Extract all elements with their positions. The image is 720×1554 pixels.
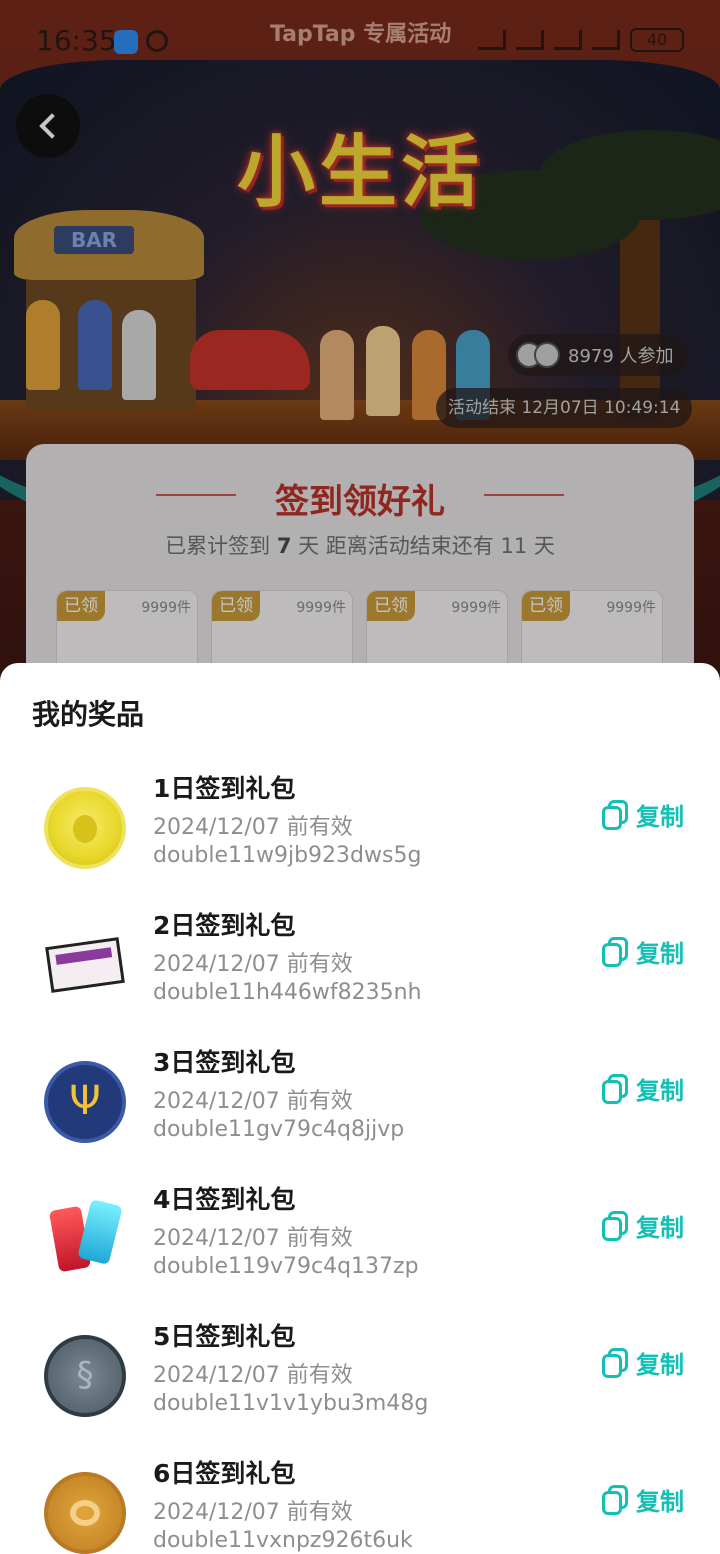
prize-validity: 2024/12/07 前有效 [153, 952, 353, 977]
copy-label: 复制 [636, 1214, 684, 1242]
prize-validity: 2024/12/07 前有效 [153, 1500, 353, 1525]
prize-name: 4日签到礼包 [153, 1185, 296, 1214]
copy-button[interactable]: 复制 [602, 797, 684, 832]
copy-label: 复制 [636, 940, 684, 968]
gold-coin-icon [44, 787, 126, 869]
prize-name: 2日签到礼包 [153, 911, 296, 940]
modal-backdrop[interactable] [0, 0, 720, 700]
copy-icon [602, 1347, 628, 1378]
my-prizes-sheet: 我的奖品 1日签到礼包 2024/12/07 前有效 double11w9jb9… [0, 663, 720, 1554]
prize-item: Ψ 3日签到礼包 2024/12/07 前有效 double11gv79c4q8… [0, 1043, 720, 1173]
copy-icon [602, 1073, 628, 1104]
prize-item: § 5日签到礼包 2024/12/07 前有效 double11v1v1ybu3… [0, 1317, 720, 1447]
copy-icon [602, 1210, 628, 1241]
prize-item: 4日签到礼包 2024/12/07 前有效 double119v79c4q137… [0, 1180, 720, 1310]
prize-item: 2日签到礼包 2024/12/07 前有效 double11h446wf8235… [0, 906, 720, 1036]
prize-validity: 2024/12/07 前有效 [153, 1226, 353, 1251]
prize-code: double11h446wf8235nh [153, 980, 422, 1005]
prize-code: double11w9jb923dws5g [153, 843, 422, 868]
trident-badge-icon: Ψ [44, 1061, 126, 1143]
prize-name: 6日签到礼包 [153, 1459, 296, 1488]
copy-button[interactable]: 复制 [602, 1208, 684, 1243]
prize-name: 1日签到礼包 [153, 774, 296, 803]
copy-icon [602, 1484, 628, 1515]
prize-name: 3日签到礼包 [153, 1048, 296, 1077]
copy-label: 复制 [636, 1077, 684, 1105]
prize-code: double119v79c4q137zp [153, 1254, 419, 1279]
prize-validity: 2024/12/07 前有效 [153, 1089, 353, 1114]
prize-code: double11gv79c4q8jjvp [153, 1117, 405, 1142]
copy-button[interactable]: 复制 [602, 1345, 684, 1380]
copy-button[interactable]: 复制 [602, 1071, 684, 1106]
prize-validity: 2024/12/07 前有效 [153, 815, 353, 840]
copy-label: 复制 [636, 803, 684, 831]
copy-button[interactable]: 复制 [602, 1482, 684, 1517]
crystal-icon [44, 1198, 126, 1280]
prize-code: double11v1v1ybu3m48g [153, 1391, 429, 1416]
copy-label: 复制 [636, 1351, 684, 1379]
prize-code: double11vxnpz926t6uk [153, 1528, 413, 1553]
sheet-title: 我的奖品 [32, 698, 145, 731]
copy-icon [602, 799, 628, 830]
copy-button[interactable]: 复制 [602, 934, 684, 969]
copy-label: 复制 [636, 1488, 684, 1516]
prize-validity: 2024/12/07 前有效 [153, 1363, 353, 1388]
copy-icon [602, 936, 628, 967]
grey-coin-icon: § [44, 1335, 126, 1417]
ticket-icon [44, 924, 126, 1006]
prize-item: 1日签到礼包 2024/12/07 前有效 double11w9jb923dws… [0, 769, 720, 899]
bronze-coin-icon [44, 1472, 126, 1554]
prize-name: 5日签到礼包 [153, 1322, 296, 1351]
prize-item: 6日签到礼包 2024/12/07 前有效 double11vxnpz926t6… [0, 1454, 720, 1554]
